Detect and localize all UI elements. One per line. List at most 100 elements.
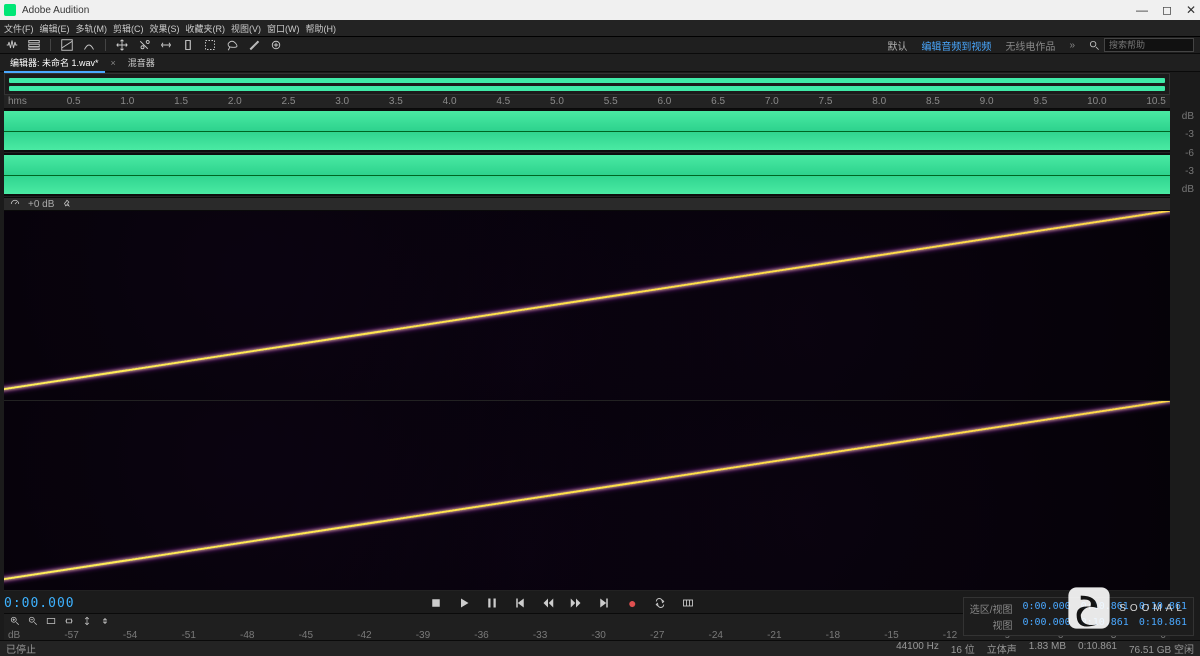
view-end[interactable]: 0:10.861 <box>1081 617 1129 632</box>
ruler-tick: 9.5 <box>1033 96 1047 107</box>
skip-selection-button[interactable] <box>679 596 697 610</box>
zoom-in-icon[interactable] <box>10 616 20 626</box>
loop-button[interactable] <box>651 596 669 610</box>
ruler-tick: hms <box>8 96 27 107</box>
pitch-display-icon[interactable] <box>83 39 95 51</box>
db-tick: -3 <box>1174 166 1194 177</box>
zoom-in-vert-icon[interactable] <box>82 616 92 626</box>
lasso-tool-icon[interactable] <box>226 39 238 51</box>
overview-ch-right <box>9 86 1165 91</box>
waveform-display[interactable]: dB -3 -6 -3 dB <box>4 109 1170 197</box>
menu-view[interactable]: 视图(V) <box>231 22 261 35</box>
record-button[interactable]: ● <box>623 596 641 610</box>
ruler-tick: 10.0 <box>1087 96 1106 107</box>
menu-window[interactable]: 窗口(W) <box>267 22 300 35</box>
hud-pin-icon[interactable] <box>62 199 72 209</box>
navigation-overview[interactable] <box>4 73 1170 95</box>
ruler-tick: 10.5 <box>1146 96 1165 107</box>
marquee-tool-icon[interactable] <box>204 39 216 51</box>
zoom-full-icon[interactable] <box>46 616 56 626</box>
menu-clip[interactable]: 剪辑(C) <box>113 22 144 35</box>
hud-volume-value[interactable]: +0 dB <box>28 199 54 210</box>
status-disk-free: 76.51 GB 空闲 <box>1129 641 1194 656</box>
overview-ch-left <box>9 78 1165 83</box>
status-bar: 已停止 44100 Hz 16 位 立体声 1.83 MB 0:10.861 7… <box>0 640 1200 656</box>
move-tool-icon[interactable] <box>116 39 128 51</box>
amplitude-scale: dB -3 -6 -3 dB <box>1172 109 1196 197</box>
workspace-radio[interactable]: 无线电作品 <box>1005 38 1055 53</box>
razor-tool-icon[interactable] <box>138 39 150 51</box>
waveform-channel-right[interactable] <box>4 153 1170 197</box>
menu-multitrack[interactable]: 多轨(M) <box>76 22 108 35</box>
view-dur[interactable]: 0:10.861 <box>1139 617 1187 632</box>
minimize-button[interactable]: — <box>1136 3 1148 17</box>
search-input[interactable] <box>1104 38 1194 52</box>
status-bit-depth: 16 位 <box>951 641 975 656</box>
ruler-tick: 8.0 <box>872 96 886 107</box>
time-selection-icon[interactable] <box>182 39 194 51</box>
ruler-tick: 4.5 <box>496 96 510 107</box>
spectral-channel-left[interactable]: Hz 22k 20k 18k 16k 14k 12k 10k 8k 6k 4k … <box>4 211 1170 401</box>
ruler-tick: 4.0 <box>443 96 457 107</box>
app-icon <box>4 4 16 16</box>
ruler-tick: 6.5 <box>711 96 725 107</box>
workspace-more-icon[interactable]: » <box>1069 40 1075 51</box>
ruler-tick: 8.5 <box>926 96 940 107</box>
forward-button[interactable] <box>567 596 585 610</box>
close-button[interactable]: ✕ <box>1186 3 1196 17</box>
ruler-tick: 2.0 <box>228 96 242 107</box>
play-button[interactable] <box>455 596 473 610</box>
status-duration: 0:10.861 <box>1078 641 1117 656</box>
app-title: Adobe Audition <box>22 5 89 16</box>
stop-button[interactable] <box>427 596 445 610</box>
zoom-selection-icon[interactable] <box>64 616 74 626</box>
brush-tool-icon[interactable] <box>248 39 260 51</box>
go-to-end-button[interactable] <box>595 596 613 610</box>
rewind-button[interactable] <box>539 596 557 610</box>
db-tick: dB <box>1174 184 1194 195</box>
hud-volume-icon[interactable] <box>10 199 20 209</box>
ruler-tick: 0.5 <box>67 96 81 107</box>
waveform-channel-left[interactable] <box>4 109 1170 153</box>
transport-controls: ● <box>427 596 697 610</box>
ruler-tick: 9.0 <box>980 96 994 107</box>
menu-help[interactable]: 帮助(H) <box>306 22 337 35</box>
sel-dur[interactable]: 0:10.861 <box>1139 601 1187 616</box>
db-tick: -3 <box>1174 129 1194 140</box>
workspace-default[interactable]: 默认 <box>887 38 907 53</box>
menu-file[interactable]: 文件(F) <box>4 22 34 35</box>
multitrack-view-icon[interactable] <box>28 39 40 51</box>
toolbar: 默认 编辑音频到视频 无线电作品 » <box>0 36 1200 54</box>
tab-close-icon[interactable]: × <box>111 58 116 68</box>
tab-mixer[interactable]: 混音器 <box>122 54 161 71</box>
spectral-display-icon[interactable] <box>61 39 73 51</box>
status-file-size: 1.83 MB <box>1029 641 1066 656</box>
sel-start[interactable]: 0:00.000 <box>1022 601 1070 616</box>
tab-editor[interactable]: 编辑器: 未命名 1.wav* <box>4 54 105 71</box>
ruler-tick: 2.5 <box>282 96 296 107</box>
waveform-view-icon[interactable] <box>6 39 18 51</box>
menu-favorites[interactable]: 收藏夹(R) <box>186 22 226 35</box>
spectral-channel-right[interactable]: Hz 22k 20k 18k 16k 14k 12k 10k 8k 6k 4k … <box>4 401 1170 591</box>
zoom-out-vert-icon[interactable] <box>100 616 110 626</box>
view-label: 视图 <box>992 617 1012 632</box>
time-ruler[interactable]: hms 0.5 1.0 1.5 2.0 2.5 3.0 3.5 4.0 4.5 … <box>4 95 1170 109</box>
db-tick: dB <box>1174 111 1194 122</box>
pause-button[interactable] <box>483 596 501 610</box>
spot-heal-icon[interactable] <box>270 39 282 51</box>
zoom-out-icon[interactable] <box>28 616 38 626</box>
view-start[interactable]: 0:00.000 <box>1022 617 1070 632</box>
maximize-button[interactable]: ◻ <box>1162 3 1172 17</box>
go-to-start-button[interactable] <box>511 596 529 610</box>
panel-tabs: 编辑器: 未命名 1.wav* × 混音器 <box>0 54 1200 72</box>
window-titlebar: Adobe Audition — ◻ ✕ <box>0 0 1200 20</box>
workspace-edit-audio-video[interactable]: 编辑音频到视频 <box>921 38 991 53</box>
menu-edit[interactable]: 编辑(E) <box>40 22 70 35</box>
timecode-display[interactable]: 0:00.000 <box>4 596 75 611</box>
menu-effects[interactable]: 效果(S) <box>150 22 180 35</box>
slip-tool-icon[interactable] <box>160 39 172 51</box>
ruler-tick: 1.0 <box>120 96 134 107</box>
selection-view-panel: 选区/视图 0:00.000 0:10.861 0:10.861 视图 0:00… <box>963 597 1194 636</box>
sel-end[interactable]: 0:10.861 <box>1081 601 1129 616</box>
ruler-tick: 3.5 <box>389 96 403 107</box>
